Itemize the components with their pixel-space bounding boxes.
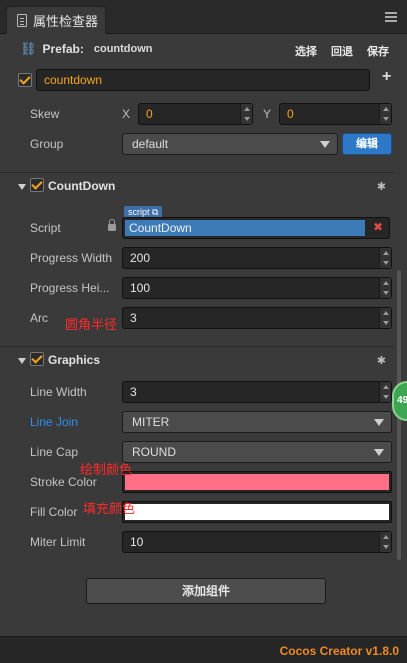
line-width-label: Line Width xyxy=(30,385,87,399)
script-value: CountDown xyxy=(125,220,365,236)
stroke-color-swatch[interactable] xyxy=(125,474,389,490)
miter-limit-stepper[interactable] xyxy=(379,532,391,552)
skew-x-input[interactable]: 0 xyxy=(138,103,253,125)
miter-limit-input[interactable]: 10 xyxy=(122,531,392,553)
group-select[interactable]: default xyxy=(122,133,338,155)
tab-inspector[interactable]: 属性检查器 xyxy=(6,6,106,34)
arc-annotation: 圆角半径 xyxy=(65,317,118,332)
floating-badge[interactable]: 49 xyxy=(392,381,407,421)
gear-icon[interactable]: ✱ xyxy=(377,180,386,193)
chevron-down-icon xyxy=(374,419,384,426)
collapse-arrow-icon[interactable] xyxy=(18,358,26,364)
fill-color-swatch[interactable] xyxy=(125,504,389,520)
script-field[interactable]: CountDown ✖ xyxy=(122,217,390,239)
countdown-enabled-checkbox[interactable] xyxy=(30,178,44,192)
tab-bar: 属性检查器 xyxy=(0,0,407,34)
progress-height-input[interactable]: 100 xyxy=(122,277,392,299)
skew-y-label: Y xyxy=(263,107,272,121)
line-cap-select[interactable]: ROUND xyxy=(122,441,392,463)
progress-width-label: Progress Width xyxy=(30,251,113,265)
line-join-select[interactable]: MITER xyxy=(122,411,392,433)
skew-y-stepper[interactable] xyxy=(379,104,391,124)
arc-value: 3 xyxy=(130,311,137,325)
chevron-down-icon xyxy=(374,449,384,456)
arc-stepper[interactable] xyxy=(379,308,391,328)
prefab-name: countdown xyxy=(93,43,153,55)
script-label: Script xyxy=(30,221,61,235)
inspector-icon xyxy=(17,14,27,27)
skew-y-value: 0 xyxy=(287,107,294,121)
status-bar: Cocos Creator v1.8.0 xyxy=(0,636,407,663)
countdown-title: CountDown xyxy=(48,179,116,193)
stroke-color-field[interactable] xyxy=(122,471,392,493)
gear-icon[interactable]: ✱ xyxy=(377,354,386,367)
version-label: Cocos Creator v1.8.0 xyxy=(279,644,399,658)
line-cap-value: ROUND xyxy=(132,445,176,459)
node-name-input[interactable]: countdown xyxy=(36,69,370,91)
skew-x-stepper[interactable] xyxy=(240,104,252,124)
countdown-section-header[interactable]: CountDown ✱ xyxy=(0,172,394,200)
add-component-button[interactable]: 添加组件 xyxy=(86,578,326,604)
progress-height-value: 100 xyxy=(130,281,151,295)
script-tag-text: script xyxy=(128,207,150,217)
prefab-label: Prefab: xyxy=(42,42,84,56)
prefab-revert-button[interactable]: 回退 xyxy=(331,43,353,59)
skew-label: Skew xyxy=(30,107,60,121)
progress-height-label: Progress Hei... xyxy=(30,281,110,295)
add-icon[interactable]: + xyxy=(382,68,391,86)
group-label: Group xyxy=(30,137,64,151)
progress-width-input[interactable]: 200 xyxy=(122,247,392,269)
miter-limit-label: Miter Limit xyxy=(30,535,86,549)
line-width-value: 3 xyxy=(130,385,137,399)
node-active-checkbox[interactable] xyxy=(18,73,32,87)
inspector-panel: 属性检查器 ⛓ Prefab: countdown 选择 回退 保存 count… xyxy=(0,0,407,663)
menu-icon[interactable] xyxy=(385,12,397,22)
prefab-bar: ⛓ Prefab: countdown 选择 回退 保存 xyxy=(0,36,407,62)
line-width-input[interactable]: 3 xyxy=(122,381,392,403)
progress-height-stepper[interactable] xyxy=(379,278,391,298)
miter-limit-value: 10 xyxy=(130,535,144,549)
group-edit-button[interactable]: 编辑 xyxy=(342,133,392,155)
graphics-section-header[interactable]: Graphics ✱ xyxy=(0,346,394,374)
tab-label: 属性检查器 xyxy=(33,14,99,29)
graphics-enabled-checkbox[interactable] xyxy=(30,352,44,366)
fill-color-annotation: 填充颜色 xyxy=(83,501,136,516)
progress-width-stepper[interactable] xyxy=(379,248,391,268)
skew-x-value: 0 xyxy=(146,107,153,121)
graphics-title: Graphics xyxy=(48,353,101,367)
stroke-color-annotation: 绘制颜色 xyxy=(80,462,133,477)
prefab-save-button[interactable]: 保存 xyxy=(367,43,389,59)
progress-width-value: 200 xyxy=(130,251,151,265)
remove-script-icon[interactable]: ✖ xyxy=(373,220,383,234)
fill-color-label: Fill Color xyxy=(30,505,78,519)
line-width-stepper[interactable] xyxy=(379,382,391,402)
line-join-value: MITER xyxy=(132,415,170,429)
arc-input[interactable]: 3 xyxy=(122,307,392,329)
skew-x-label: X xyxy=(122,107,131,121)
line-cap-label: Line Cap xyxy=(30,445,79,459)
prefab-select-button[interactable]: 选择 xyxy=(295,43,317,59)
arc-label: Arc xyxy=(30,311,48,325)
lock-icon xyxy=(108,219,116,231)
fill-color-field[interactable] xyxy=(122,501,392,523)
prefab-link-icon: ⛓ xyxy=(20,41,37,56)
collapse-arrow-icon[interactable] xyxy=(18,184,26,190)
line-join-label: Line Join xyxy=(30,415,79,429)
group-value: default xyxy=(132,137,169,151)
skew-y-input[interactable]: 0 xyxy=(279,103,392,125)
chevron-down-icon xyxy=(320,141,330,148)
